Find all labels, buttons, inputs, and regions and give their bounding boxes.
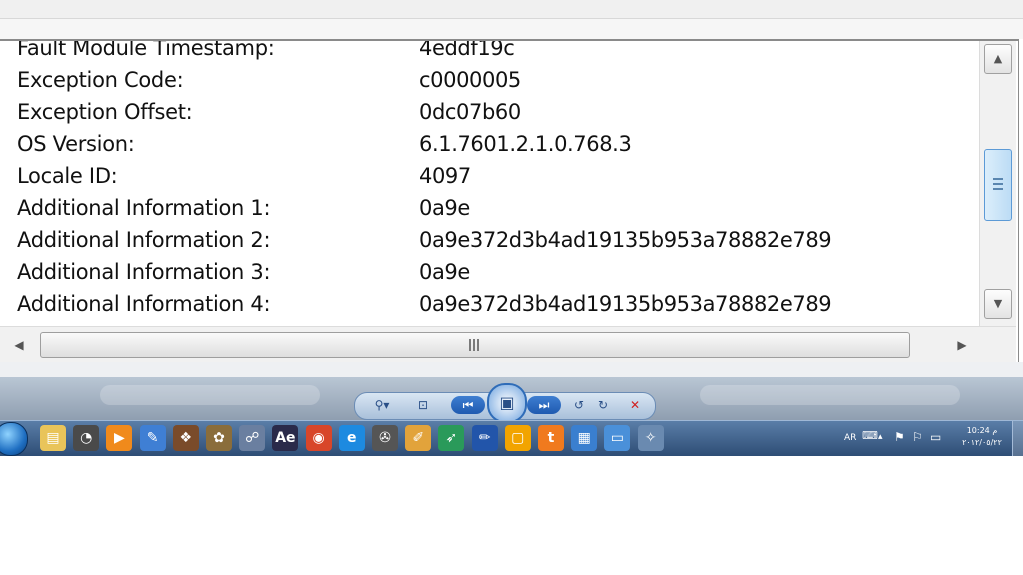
photo-icon[interactable]: ✿ <box>206 425 232 451</box>
detail-row: OS Version: 6.1.7601.2.1.0.768.3 <box>17 128 977 160</box>
detail-value: 0a9e372d3b4ad19135b953a78882e789 <box>419 228 832 252</box>
rotate-cw-icon[interactable]: ↻ <box>593 395 613 415</box>
action-center-icon[interactable]: ⚐ <box>912 430 923 444</box>
viewer-controls: ⚲▾ ⊡ ⏮ ▣ ⏭ ↺ ↻ ✕ <box>354 383 656 420</box>
clock-time: 10:24 م <box>966 426 998 435</box>
detail-key: Locale ID: <box>17 164 118 188</box>
fit-window-icon[interactable]: ⊡ <box>413 395 433 415</box>
detail-key: OS Version: <box>17 132 135 156</box>
scroll-down-button[interactable]: ▼ <box>984 289 1012 319</box>
detail-row: Additional Information 1: 0a9e <box>17 192 977 224</box>
window-bottom-gap <box>0 362 1023 377</box>
detail-value: 4097 <box>419 164 471 188</box>
problem-details-window: Fault Module Timestamp: 4eddf19c Exception… <box>0 39 1019 363</box>
detail-value: 6.1.7601.2.1.0.768.3 <box>419 132 632 156</box>
clock[interactable]: 10:24 م ٢٠١٢/٠٥/٢٢ <box>952 425 1012 449</box>
top-toolbar <box>0 0 1023 19</box>
network-icon[interactable]: ☍ <box>239 425 266 451</box>
delete-icon[interactable]: ✕ <box>625 395 645 415</box>
detail-value: 0a9e372d3b4ad19135b953a78882e789 <box>419 292 832 316</box>
next-button[interactable]: ⏭ <box>527 396 561 414</box>
sticky-icon[interactable]: ▢ <box>504 425 531 451</box>
detail-row: Locale ID: 4097 <box>17 160 977 192</box>
detail-key: Additional Information 1: <box>17 196 271 220</box>
grip-icon <box>469 339 481 351</box>
detail-row: Fault Module Timestamp: 4eddf19c <box>17 39 977 64</box>
detail-row: Exception Code: c0000005 <box>17 64 977 96</box>
control-panel-icon[interactable]: ▦ <box>571 425 598 451</box>
after-effects-icon[interactable]: Ae <box>272 425 299 451</box>
detail-key: Additional Information 2: <box>17 228 271 252</box>
detail-row: Additional Information 2: 0a9e372d3b4ad19… <box>17 224 977 256</box>
blurred-background <box>700 385 960 405</box>
horizontal-scrollbar[interactable]: ◀ ▶ <box>0 326 1016 363</box>
media-player-icon[interactable]: ▶ <box>106 425 133 451</box>
notes-icon[interactable]: ✐ <box>405 425 432 451</box>
scroll-right-button[interactable]: ▶ <box>955 336 969 354</box>
media-center-icon[interactable]: ◔ <box>73 425 100 451</box>
network-tray-icon[interactable]: ⚑ <box>894 430 905 444</box>
explorer-icon[interactable]: ▤ <box>40 425 66 451</box>
paint-icon[interactable]: ✎ <box>139 425 166 451</box>
detail-value: c0000005 <box>419 68 521 92</box>
detail-key: Exception Code: <box>17 68 184 92</box>
blank-area <box>0 456 1023 575</box>
detail-key: Additional Information 3: <box>17 260 271 284</box>
slideshow-button[interactable]: ▣ <box>487 383 527 420</box>
detail-key: Fault Module Timestamp: <box>17 39 275 60</box>
details-list: Fault Module Timestamp: 4eddf19c Exception… <box>17 39 977 320</box>
keyboard-icon[interactable]: ⌨ <box>862 429 878 442</box>
monitor-icon[interactable]: ▭ <box>930 430 941 444</box>
detail-value: 0a9e <box>419 196 470 220</box>
photo-viewer-strip: ⚲▾ ⊡ ⏮ ▣ ⏭ ↺ ↻ ✕ <box>0 377 1023 420</box>
edit-icon[interactable]: ✏ <box>471 425 498 451</box>
grip-icon <box>993 178 1003 190</box>
vertical-scrollbar[interactable]: ▲ ▼ <box>979 41 1016 326</box>
tumblr-icon[interactable]: t <box>538 425 564 451</box>
detail-value: 0dc07b60 <box>419 100 521 124</box>
previous-button[interactable]: ⏮ <box>451 396 485 414</box>
taskbar: ▤ ◔ ▶ ✎ ❖ ✿ ☍ Ae ◉ e ✇ ✐ ➶ ✏ ▢ t ▦ ▭ ✧ AR ⌨ ▴ ⚑ ⚐ ▭ 10:24 … <box>0 420 1023 456</box>
detail-key: Exception Offset: <box>17 100 193 124</box>
chrome-icon[interactable]: ◉ <box>305 425 332 451</box>
clock-date: ٢٠١٢/٠٥/٢٢ <box>962 438 1002 447</box>
zoom-icon[interactable]: ⚲▾ <box>367 395 397 415</box>
disc-icon[interactable]: ✇ <box>372 425 398 451</box>
scroll-left-button[interactable]: ◀ <box>12 336 26 354</box>
blurred-background <box>100 385 320 405</box>
ie-icon[interactable]: e <box>338 425 365 451</box>
language-indicator[interactable]: AR <box>844 433 856 443</box>
detail-value: 0a9e <box>419 260 470 284</box>
vertical-scroll-thumb[interactable] <box>984 149 1012 221</box>
system-tray: AR ⌨ ▴ ⚑ ⚐ ▭ 10:24 م ٢٠١٢/٠٥/٢٢ <box>840 421 1023 456</box>
detail-key: Additional Information 4: <box>17 292 271 316</box>
show-desktop-button[interactable] <box>1012 421 1023 456</box>
paint-brush-icon[interactable]: ✧ <box>637 425 664 451</box>
feather-icon[interactable]: ➶ <box>438 425 465 451</box>
window-header-gap <box>0 19 1023 39</box>
rotate-ccw-icon[interactable]: ↺ <box>569 395 589 415</box>
show-hidden-icons[interactable]: ▴ <box>878 432 883 442</box>
horizontal-scroll-thumb[interactable] <box>40 332 910 358</box>
detail-row: Additional Information 4: 0a9e372d3b4ad19… <box>17 288 977 320</box>
detail-row: Exception Offset: 0dc07b60 <box>17 96 977 128</box>
window-icon[interactable]: ▭ <box>604 425 631 451</box>
detail-row: Additional Information 3: 0a9e <box>17 256 977 288</box>
detail-value: 4eddf19c <box>419 39 515 60</box>
start-button[interactable] <box>0 422 28 456</box>
winrar-icon[interactable]: ❖ <box>172 425 199 451</box>
scroll-up-button[interactable]: ▲ <box>984 44 1012 74</box>
